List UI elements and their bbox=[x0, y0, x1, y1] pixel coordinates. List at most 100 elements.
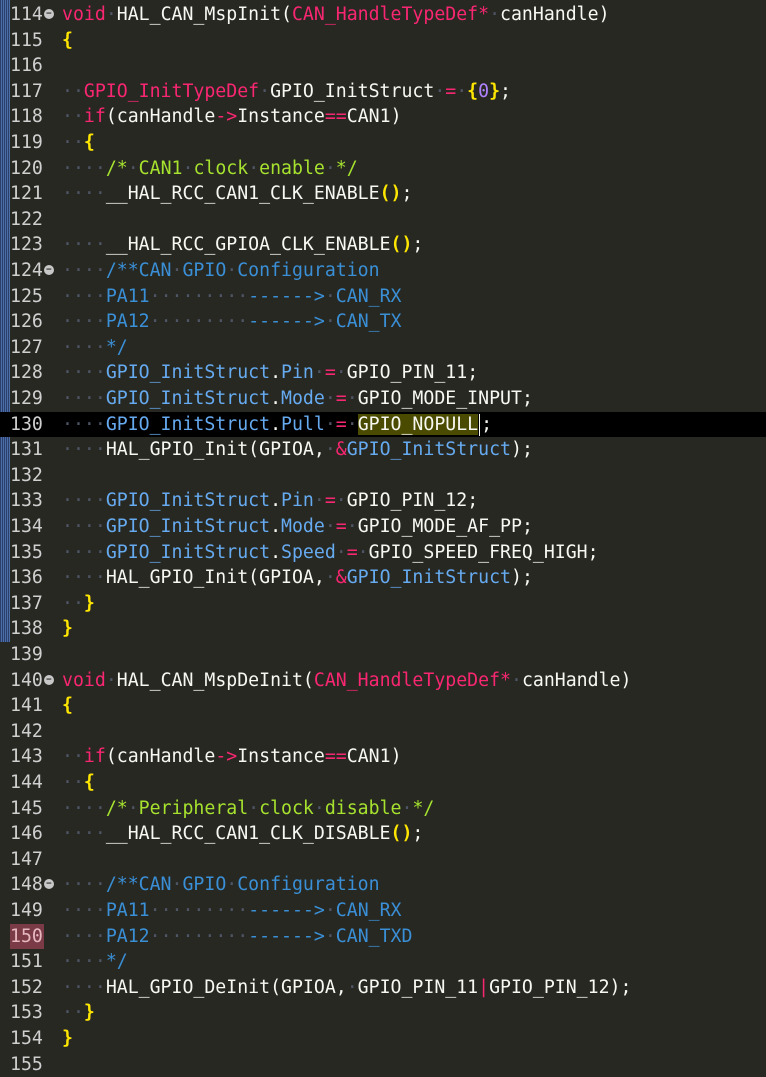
code-line[interactable]: 153 ··} bbox=[0, 1000, 766, 1026]
code-text[interactable]: ····__HAL_RCC_CAN1_CLK_DISABLE(); bbox=[62, 821, 423, 847]
code-text[interactable]: ··{ bbox=[62, 770, 95, 796]
code-line[interactable]: 124− ····/**CAN·GPIO·Configuration bbox=[0, 258, 766, 284]
code-line[interactable]: 146 ····__HAL_RCC_CAN1_CLK_DISABLE(); bbox=[0, 821, 766, 847]
line-number[interactable]: 129 bbox=[10, 386, 44, 412]
code-text[interactable]: ····PA12·········------>·CAN_TX bbox=[62, 309, 402, 335]
line-number[interactable]: 141 bbox=[10, 693, 44, 719]
line-number[interactable]: 151 bbox=[10, 949, 44, 975]
line-number[interactable]: 126 bbox=[10, 309, 44, 335]
code-line[interactable]: 121 ····__HAL_RCC_CAN1_CLK_ENABLE(); bbox=[0, 181, 766, 207]
code-text[interactable]: void·HAL_CAN_MspInit(CAN_HandleTypeDef*·… bbox=[62, 2, 610, 28]
line-number[interactable]: 118 bbox=[10, 104, 44, 130]
code-editor[interactable]: 114− void·HAL_CAN_MspInit(CAN_HandleTypeD… bbox=[0, 0, 766, 1075]
line-number[interactable]: 115 bbox=[10, 28, 44, 54]
code-line[interactable]: 139 bbox=[0, 642, 766, 668]
code-line[interactable]: 154} bbox=[0, 1026, 766, 1052]
line-number[interactable]: 148 bbox=[10, 872, 44, 898]
line-number[interactable]: 143 bbox=[10, 744, 44, 770]
code-line[interactable]: 117 ··GPIO_InitTypeDef·GPIO_InitStruct·=·… bbox=[0, 79, 766, 105]
line-number[interactable]: 146 bbox=[10, 821, 44, 847]
code-line[interactable]: 140− void·HAL_CAN_MspDeInit(CAN_HandleTyp… bbox=[0, 668, 766, 694]
code-text[interactable]: { bbox=[62, 693, 73, 719]
code-line[interactable]: 155 bbox=[0, 1052, 766, 1077]
code-line[interactable]: 123 ····__HAL_RCC_GPIOA_CLK_ENABLE(); bbox=[0, 232, 766, 258]
code-text[interactable]: ····HAL_GPIO_Init(GPIOA,·&GPIO_InitStruc… bbox=[62, 437, 533, 463]
line-number[interactable]: 144 bbox=[10, 770, 44, 796]
code-line[interactable]: 149 ····PA11·········------>·CAN_RX bbox=[0, 898, 766, 924]
code-text[interactable]: ····__HAL_RCC_GPIOA_CLK_ENABLE(); bbox=[62, 232, 423, 258]
code-line[interactable]: 133 ····GPIO_InitStruct.Pin·=·GPIO_PIN_12… bbox=[0, 488, 766, 514]
code-text[interactable]: ····GPIO_InitStruct.Speed·=·GPIO_SPEED_F… bbox=[62, 540, 599, 566]
fold-toggle-icon[interactable]: − bbox=[44, 9, 54, 19]
code-line[interactable]: 122 bbox=[0, 207, 766, 233]
line-number[interactable]: 125 bbox=[10, 284, 44, 310]
code-text[interactable]: ····PA11·········------>·CAN_RX bbox=[62, 898, 402, 924]
code-line[interactable]: 115 { bbox=[0, 28, 766, 54]
line-number[interactable]: 136 bbox=[10, 565, 44, 591]
line-number[interactable]: 132 bbox=[10, 463, 44, 489]
line-number[interactable]: 154 bbox=[10, 1026, 44, 1052]
code-line[interactable]: 150 ····PA12·········------>·CAN_TXD bbox=[0, 923, 766, 950]
code-text[interactable]: ····GPIO_InitStruct.Pin·=·GPIO_PIN_12; bbox=[62, 488, 478, 514]
line-number[interactable]: 149 bbox=[10, 898, 44, 924]
code-line[interactable]: 142 bbox=[0, 719, 766, 745]
code-text[interactable]: ····HAL_GPIO_DeInit(GPIOA,·GPIO_PIN_11|G… bbox=[62, 975, 631, 1001]
line-number[interactable]: 123 bbox=[10, 232, 44, 258]
code-text[interactable]: ····__HAL_RCC_CAN1_CLK_ENABLE(); bbox=[62, 181, 412, 207]
line-number[interactable]: 140 bbox=[10, 668, 44, 694]
code-text[interactable]: ····/**CAN·GPIO·Configuration bbox=[62, 258, 380, 284]
code-text[interactable]: ··} bbox=[62, 1000, 95, 1026]
line-number[interactable]: 128 bbox=[10, 360, 44, 386]
code-line[interactable]: 116 bbox=[0, 53, 766, 79]
code-line[interactable]: 134 ····GPIO_InitStruct.Mode·=·GPIO_MODE_… bbox=[0, 514, 766, 540]
line-number[interactable]: 134 bbox=[10, 514, 44, 540]
code-text[interactable]: ··} bbox=[62, 591, 95, 617]
code-line[interactable]: 127 ····*/ bbox=[0, 335, 766, 361]
code-text[interactable]: ····GPIO_InitStruct.Mode·=·GPIO_MODE_AF_… bbox=[62, 514, 533, 540]
code-line[interactable]: 144 ··{ bbox=[0, 770, 766, 796]
code-line[interactable]: 143 ··if(canHandle->Instance==CAN1) bbox=[0, 744, 766, 770]
line-number[interactable]: 117 bbox=[10, 79, 44, 105]
code-text[interactable]: ····*/ bbox=[62, 335, 128, 361]
code-text[interactable]: ··if(canHandle->Instance==CAN1) bbox=[62, 744, 402, 770]
line-number[interactable]: 122 bbox=[10, 207, 44, 233]
code-text[interactable]: ····HAL_GPIO_Init(GPIOA,·&GPIO_InitStruc… bbox=[62, 565, 533, 591]
code-line[interactable]: 137 ··} bbox=[0, 591, 766, 617]
line-number[interactable]: 131 bbox=[10, 437, 44, 463]
line-number[interactable]: 121 bbox=[10, 181, 44, 207]
code-line[interactable]: 147 bbox=[0, 847, 766, 873]
code-text[interactable]: { bbox=[62, 28, 73, 54]
code-line[interactable]: 148− ····/**CAN·GPIO·Configuration bbox=[0, 872, 766, 898]
line-number[interactable]: 139 bbox=[10, 642, 44, 668]
code-line[interactable]: 138} bbox=[0, 616, 766, 642]
code-line[interactable]: 114− void·HAL_CAN_MspInit(CAN_HandleTypeD… bbox=[0, 2, 766, 28]
code-text[interactable]: } bbox=[62, 1026, 73, 1052]
line-number[interactable]: 153 bbox=[10, 1000, 44, 1026]
line-number[interactable]: 119 bbox=[10, 130, 44, 156]
code-text[interactable]: ··if(canHandle->Instance==CAN1) bbox=[62, 104, 402, 130]
fold-toggle-icon[interactable]: − bbox=[44, 674, 54, 685]
line-number[interactable]: 114 bbox=[10, 2, 44, 28]
code-line[interactable]: 145 ····/*·Peripheral·clock·disable·*/ bbox=[0, 796, 766, 822]
code-line[interactable]: 119 ··{ bbox=[0, 130, 766, 156]
line-number[interactable]: 130 bbox=[10, 412, 44, 438]
current-line[interactable]: 130 ····GPIO_InitStruct.Pull·=·GPIO_NOPUL… bbox=[0, 411, 766, 438]
code-line[interactable]: 151 ····*/ bbox=[0, 949, 766, 975]
line-number[interactable]: 120 bbox=[10, 156, 44, 182]
code-line[interactable]: 118 ··if(canHandle->Instance==CAN1) bbox=[0, 104, 766, 130]
line-number[interactable]: 116 bbox=[10, 53, 44, 79]
line-number[interactable]: 127 bbox=[10, 335, 44, 361]
line-number[interactable]: 155 bbox=[10, 1052, 44, 1077]
line-number[interactable]: 124 bbox=[10, 258, 44, 284]
code-text[interactable]: ····/*·CAN1·clock·enable·*/ bbox=[62, 156, 358, 182]
code-line[interactable]: 141 { bbox=[0, 693, 766, 719]
code-text[interactable]: ····GPIO_InitStruct.Pin·=·GPIO_PIN_11; bbox=[62, 360, 478, 386]
code-line[interactable]: 129 ····GPIO_InitStruct.Mode·=·GPIO_MODE_… bbox=[0, 386, 766, 412]
code-line[interactable]: 132 bbox=[0, 463, 766, 489]
code-text[interactable]: ····*/ bbox=[62, 949, 128, 975]
code-line[interactable]: 136 ····HAL_GPIO_Init(GPIOA,·&GPIO_InitSt… bbox=[0, 565, 766, 591]
line-number[interactable]: 137 bbox=[10, 591, 44, 617]
line-number[interactable]: 138 bbox=[10, 616, 44, 642]
code-text[interactable]: ··{ bbox=[62, 130, 95, 156]
line-number[interactable]: 135 bbox=[10, 540, 44, 566]
